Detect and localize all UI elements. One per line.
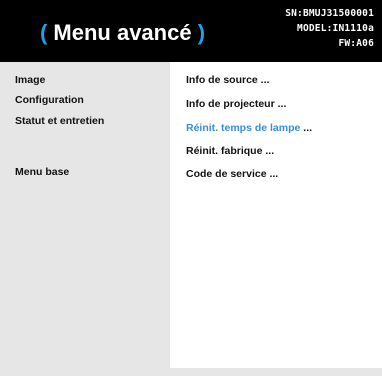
device-info: SN:BMUJ31500001 MODEL:IN1110a FW:A06 xyxy=(285,6,374,51)
service-code-item[interactable]: Code de service ... xyxy=(186,166,278,182)
projector-info-item[interactable]: Info de projecteur ... xyxy=(186,96,286,112)
title-close-paren: ) xyxy=(197,20,206,45)
factory-reset-dots: ... xyxy=(262,145,275,157)
firmware-version: FW:A06 xyxy=(338,38,374,49)
factory-reset-item[interactable]: Réinit. fabrique ... xyxy=(186,143,274,159)
source-info-item[interactable]: Info de source ... xyxy=(186,72,269,88)
projector-info-dots: ... xyxy=(274,98,287,110)
left-menu-item-configuration[interactable]: Configuration xyxy=(15,92,84,108)
projector-info-label: Info de projecteur xyxy=(186,98,275,110)
model-name: MODEL:IN1110a xyxy=(297,23,374,34)
left-menu-item-status[interactable]: Statut et entretien xyxy=(15,113,104,129)
reset-lamp-hours-label: Réinit. temps de lampe xyxy=(186,122,301,134)
osd-menu: ( Menu avancé ) SN:BMUJ31500001 MODEL:IN… xyxy=(0,0,382,376)
left-menu-item-image[interactable]: Image xyxy=(15,72,45,88)
factory-reset-label: Réinit. fabrique xyxy=(186,145,263,157)
reset-lamp-hours-dots: ... xyxy=(300,122,313,134)
menu-header: ( Menu avancé ) SN:BMUJ31500001 MODEL:IN… xyxy=(0,0,382,62)
bottom-bar xyxy=(0,368,382,376)
service-code-label: Code de service xyxy=(186,168,267,180)
reset-lamp-hours-item[interactable]: Réinit. temps de lampe ... xyxy=(186,120,312,136)
source-info-dots: ... xyxy=(257,74,270,86)
serial-number: SN:BMUJ31500001 xyxy=(285,8,374,19)
title-text: Menu avancé xyxy=(47,20,198,45)
left-menu-item-basic-menu[interactable]: Menu base xyxy=(15,164,69,180)
menu-title: ( Menu avancé ) xyxy=(0,0,245,62)
source-info-label: Info de source xyxy=(186,74,258,86)
service-code-dots: ... xyxy=(266,168,279,180)
